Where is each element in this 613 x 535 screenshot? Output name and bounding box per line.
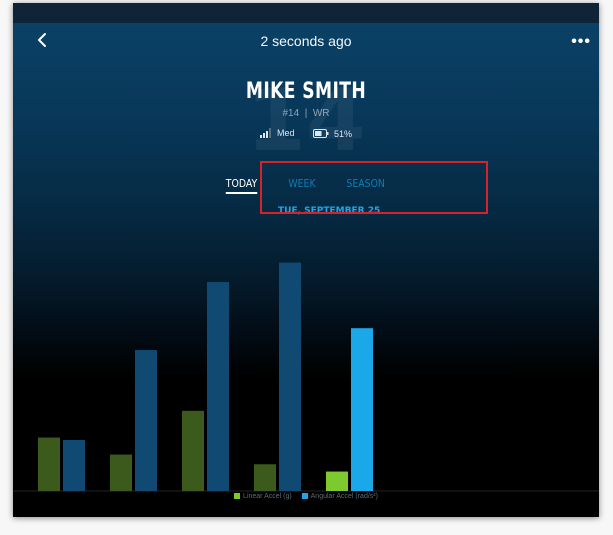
angular-accel-bar-2[interactable]: [135, 350, 157, 491]
app-frame: 2 seconds ago ••• 14 MIKE SMITH #14 | WR…: [13, 3, 599, 517]
angular-accel-bar-1[interactable]: [63, 439, 85, 491]
linear-accel-bar-5[interactable]: [326, 471, 348, 491]
legend-linear-label: Linear Accel (g): [243, 493, 292, 500]
legend-angular-label: Angular Accel (rad/s²): [310, 493, 378, 500]
chart-legend: Linear Accel (g) Angular Accel (rad/s²): [13, 493, 599, 500]
legend-linear: Linear Accel (g): [234, 493, 294, 500]
angular-accel-bar-4[interactable]: [279, 262, 301, 491]
angular-accel-bar-5[interactable]: [351, 328, 373, 491]
status-bar: [13, 3, 599, 23]
legend-angular-swatch: [301, 493, 308, 500]
linear-accel-bar-4[interactable]: [254, 464, 276, 491]
acceleration-bar-chart: 12345: [13, 262, 599, 492]
linear-accel-bar-1[interactable]: [38, 437, 60, 491]
legend-linear-swatch: [234, 493, 241, 500]
linear-accel-bar-3[interactable]: [182, 410, 204, 491]
linear-accel-bar-2[interactable]: [110, 454, 132, 491]
legend-angular: Angular Accel (rad/s²): [301, 493, 378, 500]
angular-accel-bar-3[interactable]: [207, 282, 229, 491]
